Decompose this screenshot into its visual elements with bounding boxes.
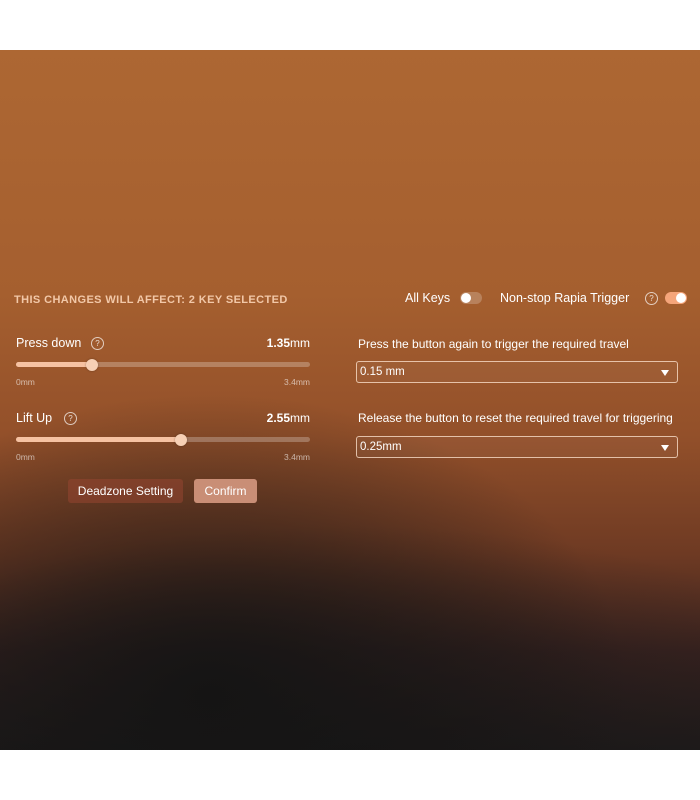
- all-keys-toggle[interactable]: [460, 292, 482, 304]
- trigger-travel-value: 0.15 mm: [360, 366, 405, 378]
- confirm-button[interactable]: Confirm: [194, 479, 257, 503]
- lift-up-value: 2.55mm: [267, 411, 310, 425]
- toggle-knob: [461, 293, 471, 303]
- lift-up-slider-thumb[interactable]: [174, 433, 187, 446]
- lift-up-help-icon[interactable]: ?: [64, 412, 77, 425]
- trigger-travel-select[interactable]: 0.15 mm: [356, 361, 678, 383]
- lift-up-label: Lift Up: [16, 411, 53, 425]
- lift-up-number: 2.55: [266, 411, 290, 425]
- lift-up-min: 0mm: [16, 452, 35, 462]
- reset-travel-select[interactable]: 0.25mm: [356, 436, 678, 458]
- press-down-label: Press down: [16, 336, 82, 350]
- deadzone-setting-button[interactable]: Deadzone Setting: [68, 479, 183, 503]
- affect-notice: THIS CHANGES WILL AFFECT: 2 KEY SELECTED: [14, 294, 288, 306]
- press-down-value: 1.35mm: [267, 336, 310, 350]
- rapid-trigger-panel: THIS CHANGES WILL AFFECT: 2 KEY SELECTED…: [0, 50, 700, 750]
- press-down-slider-fill: [16, 362, 93, 367]
- press-down-min: 0mm: [16, 377, 35, 387]
- lift-up-slider[interactable]: [16, 433, 310, 446]
- press-down-help-icon[interactable]: ?: [91, 337, 104, 350]
- all-keys-label: All Keys: [405, 291, 451, 305]
- press-down-slider[interactable]: [16, 358, 310, 371]
- nonstop-trigger-toggle[interactable]: [665, 292, 687, 304]
- chevron-down-icon: [661, 445, 669, 451]
- nonstop-trigger-label: Non-stop Rapia Trigger: [500, 291, 630, 305]
- press-down-slider-thumb[interactable]: [86, 358, 99, 371]
- lift-up-unit: mm: [290, 411, 310, 425]
- trigger-travel-description: Press the button again to trigger the re…: [358, 337, 629, 351]
- reset-travel-description: Release the button to reset the required…: [358, 411, 673, 425]
- nonstop-help-icon[interactable]: ?: [645, 292, 658, 305]
- press-down-unit: mm: [290, 336, 310, 350]
- reset-travel-value: 0.25mm: [360, 441, 402, 453]
- chevron-down-icon: [661, 370, 669, 376]
- toggle-knob: [676, 293, 686, 303]
- lift-up-max: 3.4mm: [284, 452, 310, 462]
- press-down-number: 1.35: [266, 336, 290, 350]
- lift-up-slider-fill: [16, 437, 181, 442]
- press-down-max: 3.4mm: [284, 377, 310, 387]
